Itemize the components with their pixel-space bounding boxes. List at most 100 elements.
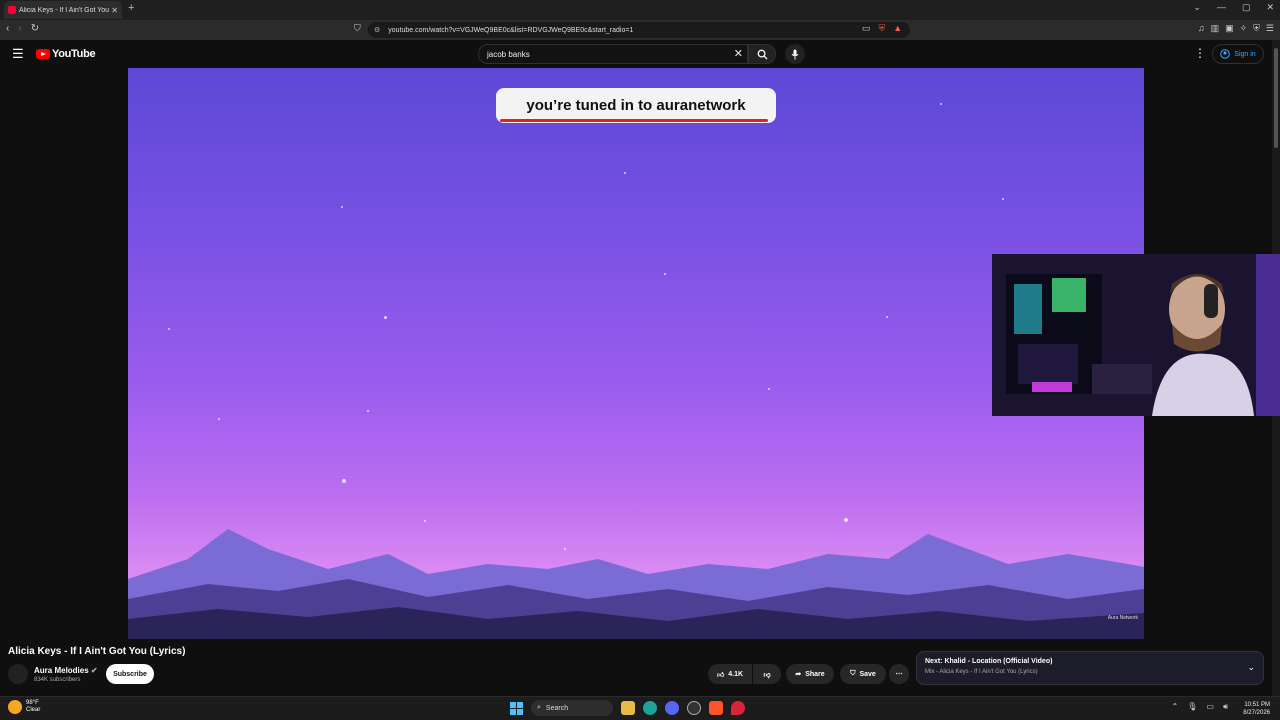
star	[367, 410, 369, 412]
save-label: Save	[859, 670, 876, 678]
dislike-button[interactable]: 👎︎	[753, 664, 781, 684]
star	[384, 316, 387, 319]
logo-text: YouTube	[52, 48, 96, 60]
windows-taskbar: 98°F Clear ⌕ Search ⌃ 🎙︎ ▭ 🔊︎ 10:51 PM 8…	[0, 696, 1280, 720]
close-icon[interactable]: ✕	[734, 47, 743, 60]
new-tab-button[interactable]: +	[128, 2, 134, 14]
channel-name-text: Aura Melodies	[34, 666, 89, 675]
search-input[interactable]: jacob banks ✕	[478, 44, 748, 64]
dislike-icon: 👎︎	[763, 671, 771, 679]
like-button[interactable]: 👍︎ 4.1K	[708, 664, 752, 684]
star	[768, 388, 770, 390]
up-next-card[interactable]: Next: Khalid - Location (Official Video)…	[916, 651, 1264, 685]
weather-sun-icon	[8, 700, 22, 714]
up-next-subtitle: Mix - Alicia Keys - If I Ain't Got You (…	[925, 669, 1038, 675]
site-info-icon[interactable]: ⚙	[374, 26, 380, 34]
webcam-overlay	[992, 254, 1280, 416]
browser-tab[interactable]: Alicia Keys - If I Ain't Got You ✕	[4, 1, 122, 19]
vpn-icon[interactable]: ⛨	[1253, 23, 1260, 34]
wallet-icon[interactable]: ▣	[1225, 23, 1234, 34]
media-icon[interactable]: ♫	[1198, 23, 1205, 34]
menu-icon[interactable]: ☰	[12, 46, 24, 62]
weather-condition: Clear	[26, 707, 41, 713]
app-pin-icon[interactable]	[731, 701, 745, 715]
sidebar-icon[interactable]: ▥	[1211, 23, 1220, 34]
cast-icon[interactable]: ▭	[862, 23, 871, 34]
video-title: Alicia Keys - If I Ain't Got You (Lyrics…	[8, 646, 186, 657]
leo-icon[interactable]: ✧	[1240, 23, 1248, 34]
tab-list-icon[interactable]: ⌄	[1193, 2, 1201, 13]
voice-search-button[interactable]	[785, 44, 805, 64]
bookmark-icon[interactable]: ⛉	[354, 23, 361, 34]
browser-tab-bar: Alicia Keys - If I Ain't Got You ✕ + ⌄ —…	[0, 0, 1280, 20]
discord-icon[interactable]	[665, 701, 679, 715]
url-field[interactable]: ⚙ youtube.com/watch?v=VGJWeQ9BE0c&list=R…	[368, 22, 910, 38]
browser-menu-icon[interactable]: ☰	[1266, 23, 1274, 34]
brave-shield-icon[interactable]: ⛨	[879, 23, 886, 34]
more-actions-button[interactable]: ⋯	[889, 664, 909, 684]
forward-icon[interactable]: ›	[18, 23, 21, 34]
taskbar-apps: ⌕ Search	[510, 700, 745, 716]
chevron-down-icon[interactable]: ⌄	[1247, 662, 1255, 673]
brave-icon[interactable]	[709, 701, 723, 715]
sign-in-label: Sign in	[1234, 50, 1256, 58]
temperature: 98°F	[26, 700, 39, 706]
back-icon[interactable]: ‹	[6, 23, 9, 34]
scrollbar-thumb[interactable]	[1274, 48, 1278, 148]
edge-icon[interactable]	[643, 701, 657, 715]
search-button[interactable]	[748, 44, 776, 64]
network-icon[interactable]: ▭	[1206, 702, 1214, 712]
url-actions: ▭ ⛨ ▲	[862, 23, 902, 34]
settings-more-icon[interactable]: ⋮	[1194, 46, 1206, 60]
share-icon: ➦	[795, 671, 802, 678]
url-text: youtube.com/watch?v=VGJWeQ9BE0c&list=RDV…	[388, 26, 634, 34]
channel-avatar[interactable]	[8, 664, 28, 684]
clock-time: 10:51 PM	[1244, 702, 1270, 708]
close-window-icon[interactable]: ✕	[1266, 2, 1274, 13]
system-tray: ⌃ 🎙︎ ▭ 🔊︎	[1172, 702, 1228, 712]
maximize-icon[interactable]: ▢	[1242, 2, 1251, 13]
search-value: jacob banks	[487, 49, 530, 59]
nav-controls: ‹ › ↻	[6, 23, 39, 34]
brave-rewards-icon[interactable]: ▲	[893, 23, 902, 34]
share-button[interactable]: ➦ Share	[786, 664, 834, 684]
microphone-icon[interactable]: 🎙︎	[1187, 702, 1197, 712]
like-count: 4.1K	[728, 670, 744, 678]
save-button[interactable]: ⛉ Save	[840, 664, 886, 684]
subscribe-button[interactable]: Subscribe	[106, 664, 154, 684]
star	[218, 418, 220, 420]
reload-icon[interactable]: ↻	[31, 23, 39, 34]
clock-date: 8/27/2026	[1243, 710, 1270, 716]
window-controls: ⌄ — ▢ ✕	[1193, 2, 1274, 13]
star	[624, 172, 626, 174]
aura-network-watermark: Aura Network	[1107, 615, 1138, 621]
search-icon: ⌕	[537, 704, 541, 711]
star	[1002, 198, 1004, 200]
mic-icon	[791, 49, 799, 59]
youtube-logo[interactable]: YouTube	[36, 48, 96, 60]
subscriber-count: 834K subscribers	[34, 677, 81, 683]
minimize-icon[interactable]: —	[1217, 2, 1226, 13]
taskbar-search[interactable]: ⌕ Search	[531, 700, 613, 716]
volume-icon[interactable]: 🔊︎	[1223, 702, 1228, 712]
taskbar-clock[interactable]: 10:51 PM 8/27/2026	[1243, 701, 1270, 717]
youtube-play-icon	[36, 49, 50, 59]
tray-overflow-icon[interactable]: ⌃	[1172, 702, 1179, 712]
obs-icon[interactable]	[687, 701, 701, 715]
channel-name[interactable]: Aura Melodies ✔	[34, 666, 98, 675]
search-icon	[757, 49, 768, 60]
star	[664, 273, 666, 275]
save-icon: ⛉	[850, 670, 856, 677]
account-icon	[1220, 49, 1231, 59]
sign-in-button[interactable]: Sign in	[1212, 44, 1264, 64]
weather-widget[interactable]: 98°F Clear	[8, 700, 40, 714]
tuned-in-banner: you’re tuned in to auranetwork	[496, 88, 776, 123]
windows-start-icon[interactable]	[510, 701, 523, 715]
verified-icon: ✔	[90, 666, 98, 675]
close-tab-icon[interactable]: ✕	[111, 6, 118, 15]
youtube-header: ☰ YouTube jacob banks ✕ ⋮ Sign in	[0, 40, 1280, 68]
up-next-title: Next: Khalid - Location (Official Video)	[925, 658, 1053, 665]
file-explorer-icon[interactable]	[621, 701, 635, 715]
share-label: Share	[805, 670, 825, 678]
weather-text: 98°F Clear	[26, 700, 40, 714]
